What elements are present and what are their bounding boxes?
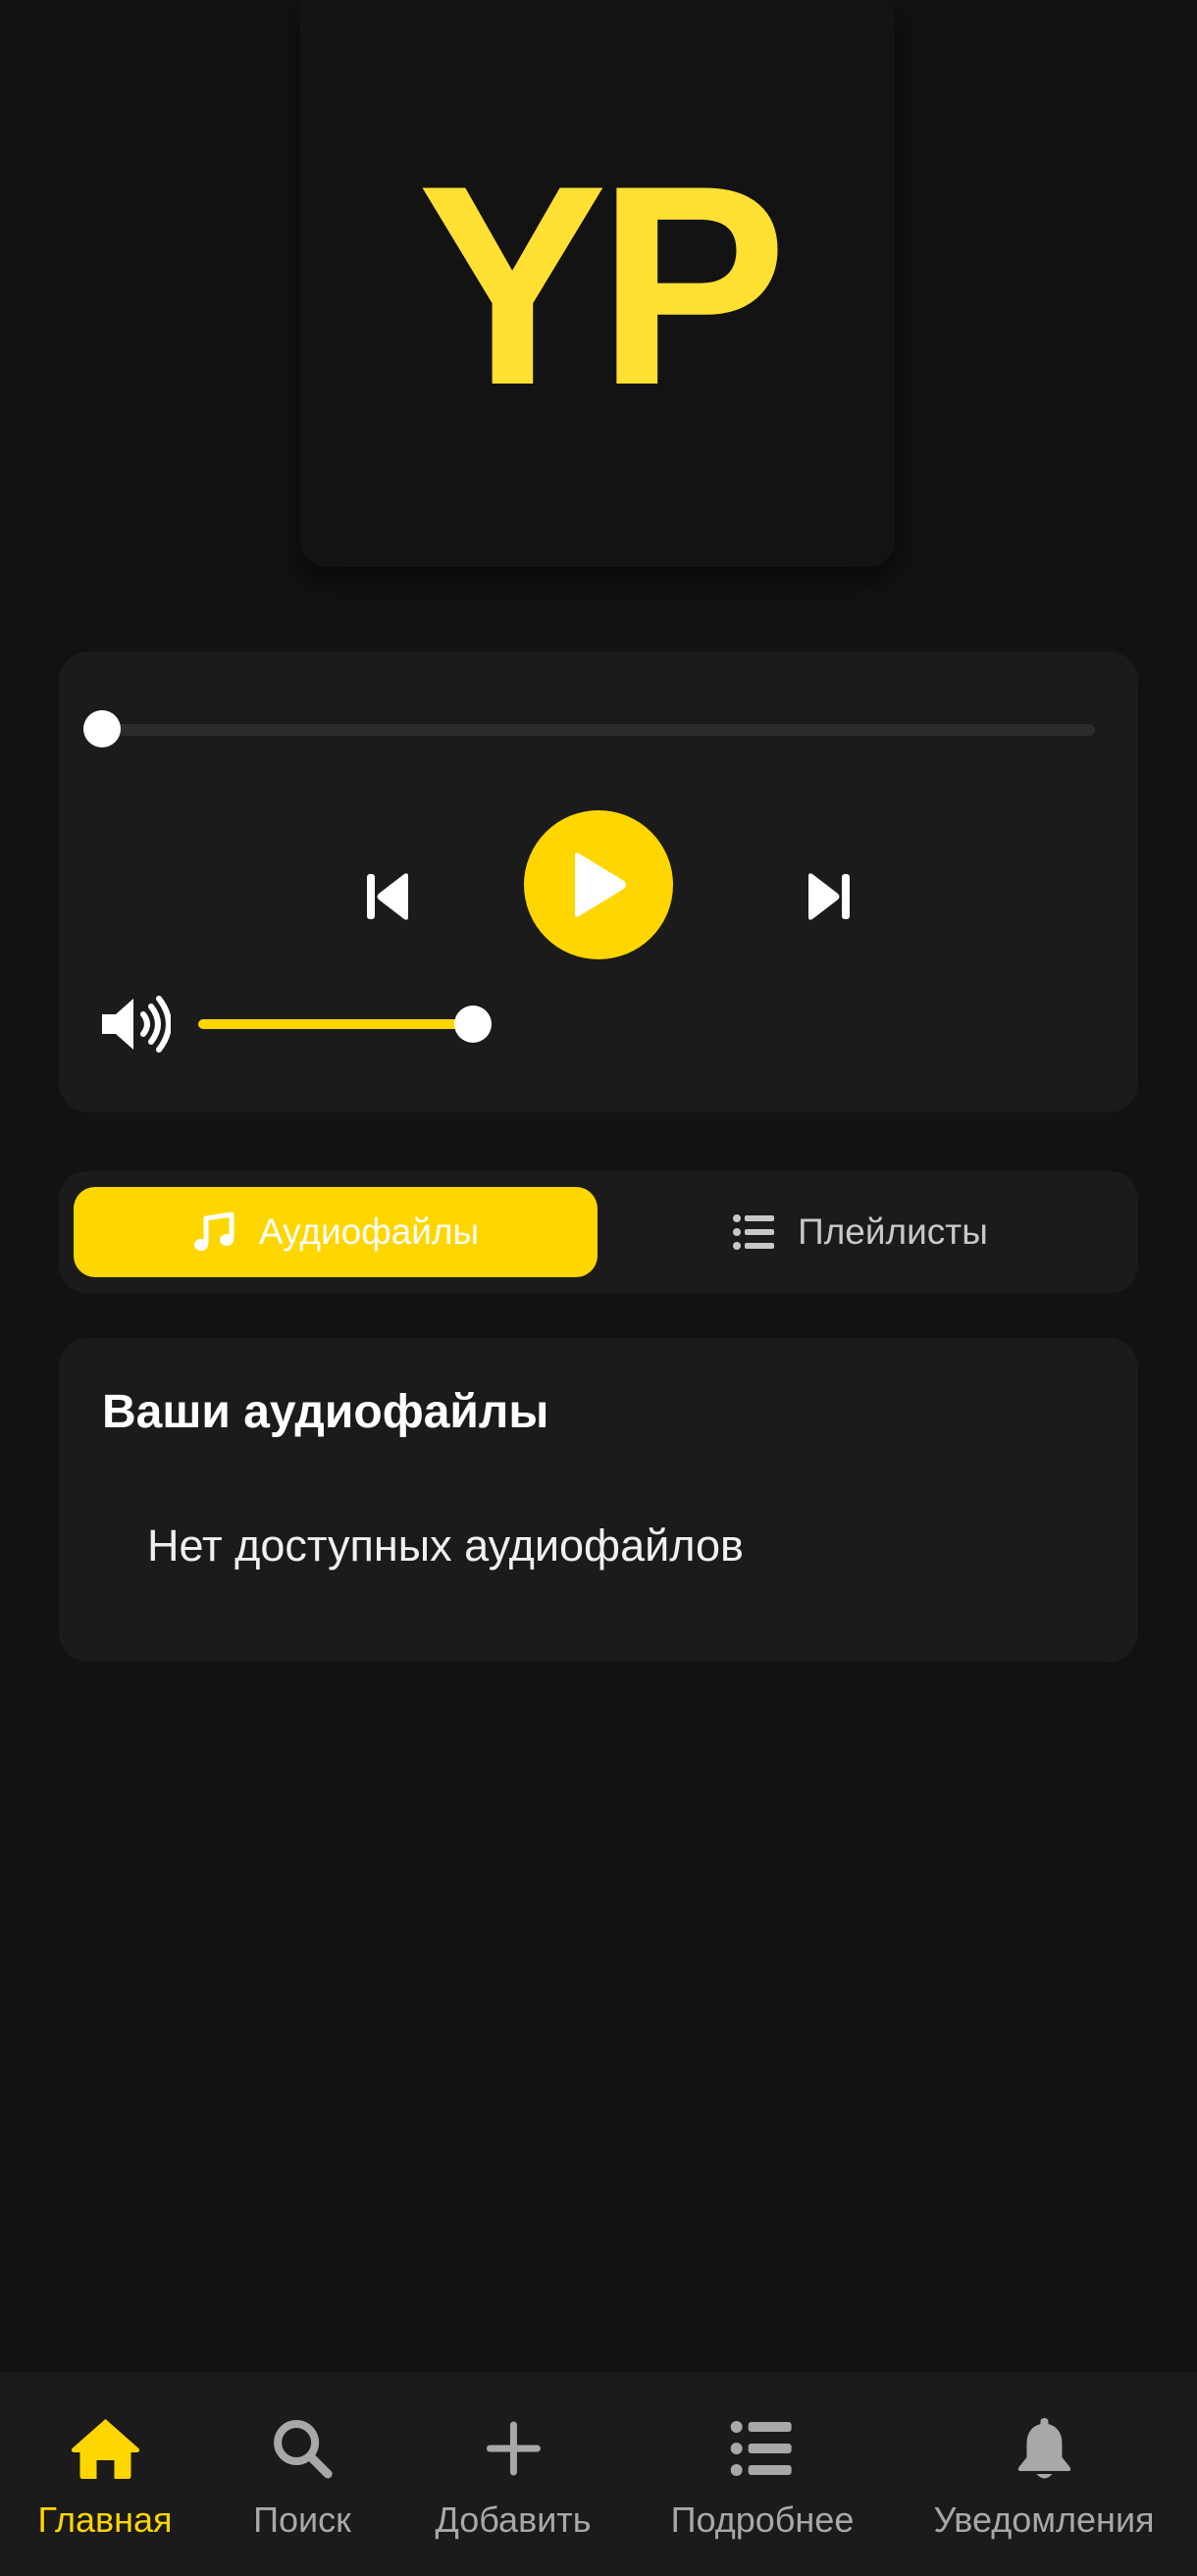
tab-playlists-label: Плейлисты (798, 1211, 988, 1252)
tab-playlists[interactable]: Плейлисты (598, 1187, 1122, 1277)
home-icon (71, 2419, 139, 2479)
nav-notifications[interactable]: Уведомления (933, 2411, 1155, 2541)
next-button[interactable] (785, 848, 873, 946)
skip-previous-icon (367, 873, 408, 920)
nav-search[interactable]: Поиск (253, 2411, 351, 2541)
nav-add-label: Добавить (435, 2499, 592, 2540)
skip-next-icon (808, 873, 850, 920)
plus-icon (486, 2421, 541, 2476)
nav-notifications-label: Уведомления (933, 2499, 1155, 2540)
bottom-navigation: Главная Поиск Добавить Подробнее Уведомл… (0, 2372, 1197, 2576)
previous-button[interactable] (343, 848, 432, 946)
play-icon (575, 852, 626, 917)
tab-audio-files[interactable]: Аудиофайлы (74, 1187, 598, 1277)
volume-fill (198, 1019, 473, 1029)
nav-add[interactable]: Добавить (435, 2411, 592, 2541)
app-screen: YP Аудиофайлы Плейлисты Ваши аудиофайлы … (0, 0, 1197, 2576)
nav-details-label: Подробнее (670, 2499, 855, 2540)
search-icon (273, 2420, 333, 2479)
volume-thumb[interactable] (454, 1005, 492, 1043)
audio-files-title: Ваши аудиофайлы (102, 1386, 549, 1438)
empty-state-message: Нет доступных аудиофайлов (147, 1520, 744, 1571)
volume-up-icon[interactable] (100, 995, 171, 1054)
logo-text: YP (418, 156, 780, 411)
volume-slider[interactable] (198, 1019, 473, 1029)
nav-details[interactable]: Подробнее (670, 2411, 855, 2541)
progress-bar[interactable] (102, 724, 1095, 736)
nav-home[interactable]: Главная (37, 2411, 173, 2541)
audio-files-card: Ваши аудиофайлы Нет доступных аудиофайло… (59, 1338, 1138, 1662)
progress-thumb[interactable] (83, 710, 121, 747)
tab-audio-files-label: Аудиофайлы (258, 1211, 480, 1252)
nav-home-label: Главная (37, 2499, 173, 2540)
player-card (59, 651, 1138, 1112)
tab-bar: Аудиофайлы Плейлисты (59, 1171, 1138, 1293)
bell-icon (1017, 2418, 1070, 2479)
list-icon (730, 2421, 792, 2476)
album-art: YP (300, 0, 895, 567)
nav-search-label: Поиск (253, 2499, 351, 2540)
play-button[interactable] (524, 810, 673, 959)
music-note-icon (193, 1211, 234, 1251)
list-icon (733, 1214, 775, 1250)
logo-icon: YP (418, 156, 790, 411)
